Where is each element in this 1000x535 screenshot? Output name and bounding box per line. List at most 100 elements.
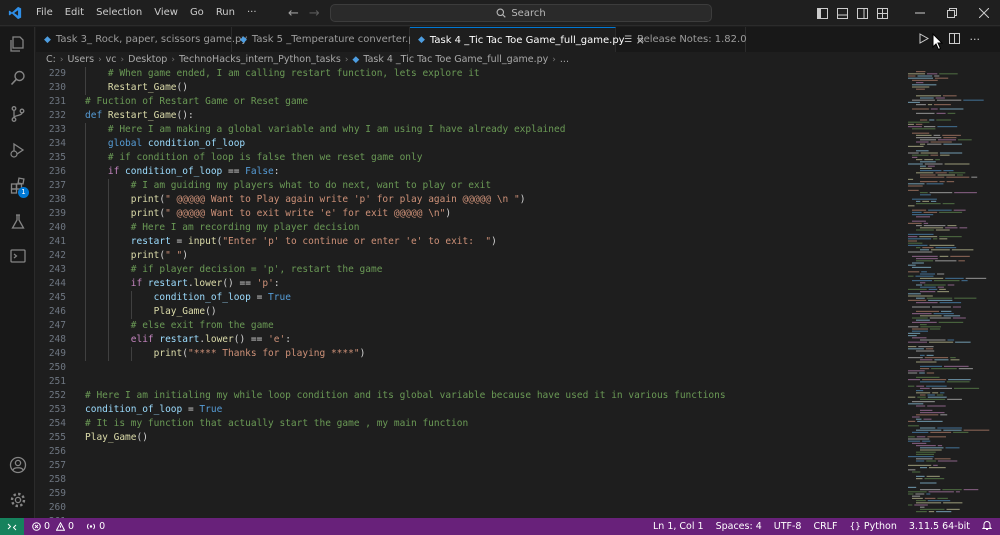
code-line[interactable]: 242 print(" ") [36, 249, 902, 263]
remote-explorer-icon[interactable] [0, 241, 35, 271]
breadcrumb-item[interactable]: Task 4 _Tic Tac Toe Game_full_game.py [363, 54, 548, 65]
code-line[interactable]: 260 [36, 501, 902, 515]
code-line[interactable]: 237 # I am guiding my players what to do … [36, 179, 902, 193]
back-arrow-icon[interactable]: ← [288, 6, 299, 21]
minimap-code-mark [916, 134, 932, 136]
editor-tab[interactable]: ◆ Task 4 _Tic Tac Toe Game_full_game.py × [410, 27, 645, 52]
end-of-line[interactable]: CRLF [813, 521, 837, 532]
code-line[interactable]: 243 # if player decision = 'p', restart t… [36, 263, 902, 277]
code-line[interactable]: 247 # else exit from the game [36, 319, 902, 333]
breadcrumb-item[interactable]: Users [67, 54, 94, 65]
minimap-code-mark [936, 511, 952, 513]
extensions-icon[interactable]: 1 [0, 171, 35, 201]
code-line[interactable]: 234 global condition_of_loop [36, 137, 902, 151]
code-line[interactable]: 250 [36, 361, 902, 375]
minimap-code-mark [912, 156, 918, 158]
menu-item-edit[interactable]: Edit [59, 0, 90, 26]
breadcrumb-item[interactable]: ... [560, 54, 569, 65]
minimap-code-mark [926, 475, 940, 477]
minimize-icon[interactable] [904, 0, 936, 26]
code-line[interactable]: 231 # Fuction of Restart Game or Reset ga… [36, 95, 902, 109]
menu-item-selection[interactable]: Selection [90, 0, 148, 26]
cursor-position[interactable]: Ln 1, Col 1 [653, 521, 704, 532]
menu-item-run[interactable]: Run [210, 0, 241, 26]
toggle-panel-icon[interactable] [832, 0, 852, 26]
editor-tab[interactable]: ◆ Task 3_ Rock, paper, scissors game.py [36, 27, 247, 52]
line-number: 242 [48, 250, 66, 261]
indentation[interactable]: Spaces: 4 [716, 521, 762, 532]
code-line[interactable]: 232 def Restart_Game(): [36, 109, 902, 123]
breadcrumb-item[interactable]: vc [106, 54, 117, 65]
code-line[interactable]: 259 [36, 487, 902, 501]
testing-icon[interactable] [0, 207, 35, 237]
code-line[interactable]: 252 # Here I am initialing my while loop … [36, 389, 902, 403]
code-line[interactable]: 258 [36, 473, 902, 487]
menu-item-view[interactable]: View [148, 0, 184, 26]
ports-indicator[interactable]: 0 [86, 521, 105, 532]
minimap[interactable] [902, 67, 1000, 518]
manage-gear-icon[interactable] [0, 485, 35, 515]
command-center-search[interactable]: Search [330, 4, 712, 22]
more-actions-icon[interactable]: ··· [970, 33, 981, 46]
python-interpreter[interactable]: 3.11.5 64-bit [909, 521, 970, 532]
minimap-code-mark [908, 440, 921, 442]
code-line[interactable]: 244 if restart.lower() == 'p': [36, 277, 902, 291]
explorer-icon[interactable] [0, 29, 35, 59]
code-line[interactable]: 233 # Here I am making a global variable … [36, 123, 902, 137]
menu-item-file[interactable]: File [30, 0, 59, 26]
split-editor-icon[interactable] [948, 32, 960, 47]
code-line[interactable]: 246 Play_Game() [36, 305, 902, 319]
close-window-icon[interactable] [968, 0, 1000, 26]
minimap-code-mark [908, 372, 918, 374]
minimap-code-mark [937, 497, 948, 499]
code-line[interactable]: 239 print(" @@@@@ Want to exit write 'e' … [36, 207, 902, 221]
code-line[interactable]: 238 print(" @@@@@ Want to Play again writ… [36, 193, 902, 207]
code-token-default: () [176, 82, 188, 93]
code-line[interactable]: 236 if condition_of_loop == False: [36, 165, 902, 179]
forward-arrow-icon[interactable]: → [309, 6, 320, 21]
file-encoding[interactable]: UTF-8 [774, 521, 802, 532]
minimap-code-mark [937, 174, 955, 176]
search-view-icon[interactable] [0, 63, 35, 93]
minimap-code-mark [931, 200, 937, 202]
code-line[interactable]: 253 condition_of_loop = True [36, 403, 902, 417]
minimap-code-mark [912, 209, 927, 211]
minimap-code-mark [908, 456, 934, 458]
code-line[interactable]: 235 # if condition of loop is false then … [36, 151, 902, 165]
code-line[interactable]: 229 # When game ended, I am calling resta… [36, 67, 902, 81]
menu-item-more[interactable]: ··· [241, 0, 263, 26]
breadcrumb-item[interactable]: TechnoHacks_intern_Python_tasks [179, 54, 341, 65]
code-line[interactable]: 256 [36, 445, 902, 459]
run-python-file-icon[interactable] [918, 32, 929, 47]
breadcrumb-item[interactable]: C: [46, 54, 56, 65]
menu-item-go[interactable]: Go [184, 0, 210, 26]
minimap-code-mark [971, 176, 978, 178]
restore-icon[interactable] [936, 0, 968, 26]
language-mode[interactable]: {} Python [849, 521, 896, 532]
code-line[interactable]: 257 [36, 459, 902, 473]
code-line[interactable]: 248 elif restart.lower() == 'e': [36, 333, 902, 347]
run-and-debug-icon[interactable] [0, 135, 35, 165]
problems-indicator[interactable]: 0 0 [32, 521, 74, 532]
code-line[interactable]: 249 print("**** Thanks for playing ****") [36, 347, 902, 361]
remote-indicator-icon[interactable] [0, 518, 24, 535]
editor-tab[interactable]: ☰ Release Notes: 1.82.0 [616, 27, 747, 52]
code-line[interactable]: 230 Restart_Game() [36, 81, 902, 95]
code-line[interactable]: 245 condition_of_loop = True [36, 291, 902, 305]
breadcrumb: C: › Users › vc › Desktop › TechnoHacks_intern_P… [36, 52, 900, 67]
code-line[interactable]: 255 Play_Game() [36, 431, 902, 445]
source-control-icon[interactable] [0, 99, 35, 129]
code-line[interactable]: 254 # It is my function that actually sta… [36, 417, 902, 431]
notifications-bell-icon[interactable] [981, 520, 993, 533]
breadcrumb-item[interactable]: Desktop [128, 54, 167, 65]
code-line[interactable]: 240 # Here I am recording my player decis… [36, 221, 902, 235]
toggle-secondary-sidebar-icon[interactable] [852, 0, 872, 26]
accounts-icon[interactable] [0, 450, 35, 480]
toggle-primary-sidebar-icon[interactable] [812, 0, 832, 26]
editor-tab[interactable]: ◆ Task 5 _Temperature converter.py [232, 27, 421, 52]
customize-layout-icon[interactable] [872, 0, 892, 26]
minimap-code-mark [959, 227, 968, 229]
code-line[interactable]: 251 [36, 375, 902, 389]
code-editor[interactable]: 229 # When game ended, I am calling resta… [36, 67, 902, 518]
code-line[interactable]: 241 restart = input("Enter 'p' to continu… [36, 235, 902, 249]
